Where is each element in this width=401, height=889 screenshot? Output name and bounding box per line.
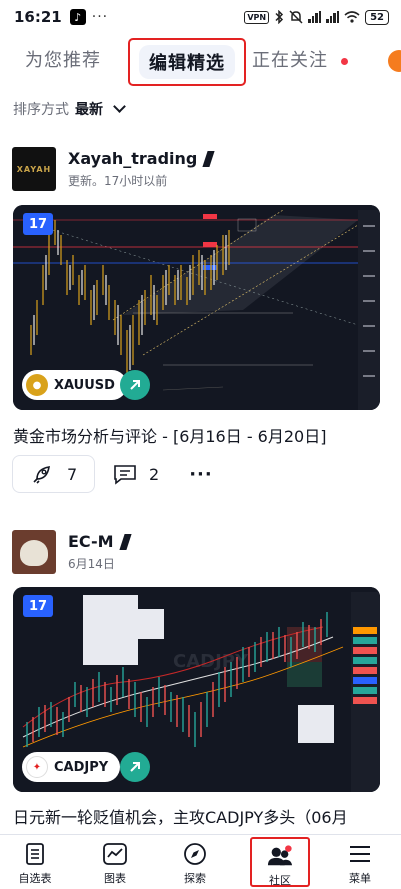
nav-label: 探索 [184,872,206,885]
vpn-badge: VPN [244,10,270,24]
tradingview-logo-icon: 17 [23,213,53,235]
chart-preview[interactable]: 17 ● XAUUSD [13,205,380,410]
feed-tabs: 为您推荐 编辑精选 正在关注 [0,38,401,86]
signal-icon-2 [326,11,340,23]
watchlist-icon [22,841,48,867]
post-time: 更新。17小时以前 [68,174,168,188]
symbol-tag[interactable]: ● XAUUSD [22,370,127,400]
tab-editors-picks[interactable]: 编辑精选 [128,38,246,86]
signal-icon-1 [308,11,322,23]
menu-icon [347,841,373,867]
chart-preview[interactable]: CADJPY 17 ✦ CADJPY [13,587,380,792]
bluetooth-icon [275,10,284,24]
avatar[interactable]: XAYAH [12,147,56,191]
boost-count: 7 [67,464,78,484]
author-name[interactable]: Xayah_trading [68,149,197,168]
more-options-icon[interactable]: ··· [189,464,213,485]
wifi-icon [344,11,360,23]
tab-following[interactable]: 正在关注 [252,46,328,72]
comment-count: 2 [149,464,160,484]
tiktok-icon: ♪ [69,9,86,25]
author-badge-icon [119,533,132,550]
nav-community[interactable]: 社区 [250,837,310,887]
rocket-icon [33,466,50,484]
symbol-name: CADJPY [54,759,109,775]
community-icon [267,843,293,869]
boost-button[interactable]: 7 [12,455,95,493]
nav-chart[interactable]: 图表 [85,841,145,886]
chart-icon [102,841,128,867]
compass-icon [182,841,208,867]
post-author[interactable]: XAYAH Xayah_trading 更新。17小时以前 [12,147,215,191]
nav-label: 社区 [269,874,291,887]
long-idea-arrow-icon [120,752,150,782]
nav-label: 菜单 [349,872,371,885]
author-name[interactable]: EC-M [68,532,114,551]
mute-bell-icon [289,10,303,24]
tradingview-logo-icon: 17 [23,595,53,617]
post-title[interactable]: 黄金市场分析与评论 - [6月16日 - 6月20日] [13,423,326,447]
comments-button[interactable]: 2 [113,463,159,485]
tab-recommended[interactable]: 为您推荐 [25,46,101,72]
canada-flag-icon: ✦ [26,756,48,778]
long-idea-arrow-icon [120,370,150,400]
symbol-name: XAUUSD [54,377,115,393]
post-author[interactable]: EC-M 6月14日 [12,530,132,574]
clock: 16:21 [14,8,62,26]
status-bar: 16:21 ♪ ··· VPN 52 [0,0,401,34]
sort-selector[interactable]: 排序方式 最新 [13,99,126,119]
more-notifications-icon: ··· [91,9,109,25]
sort-value: 最新 [75,102,103,118]
nav-watchlist[interactable]: 自选表 [5,841,65,886]
comment-icon [114,465,136,485]
nav-label: 自选表 [18,872,52,885]
symbol-tag[interactable]: ✦ CADJPY [22,752,121,782]
post-title[interactable]: 日元新一轮贬值机会，主攻CADJPY多头（06月 [13,804,348,828]
profile-avatar[interactable] [388,50,401,72]
post-actions: 7 2 ··· [12,455,213,493]
nav-menu[interactable]: 菜单 [330,841,390,886]
notification-dot [341,58,348,65]
battery-indicator: 52 [365,9,389,25]
sort-label: 排序方式 [13,102,69,118]
post-time: 6月14日 [68,557,115,571]
chevron-down-icon [113,100,126,113]
avatar[interactable] [12,530,56,574]
bottom-navigation: 自选表 图表 探索 社区 菜单 [0,834,401,889]
nav-label: 图表 [104,872,126,885]
gold-coin-icon: ● [26,374,48,396]
author-badge-icon [202,150,215,167]
tab-editors-picks-label: 编辑精选 [139,45,235,79]
avatar-logo-text: XAYAH [16,164,52,174]
nav-explore[interactable]: 探索 [165,841,225,886]
